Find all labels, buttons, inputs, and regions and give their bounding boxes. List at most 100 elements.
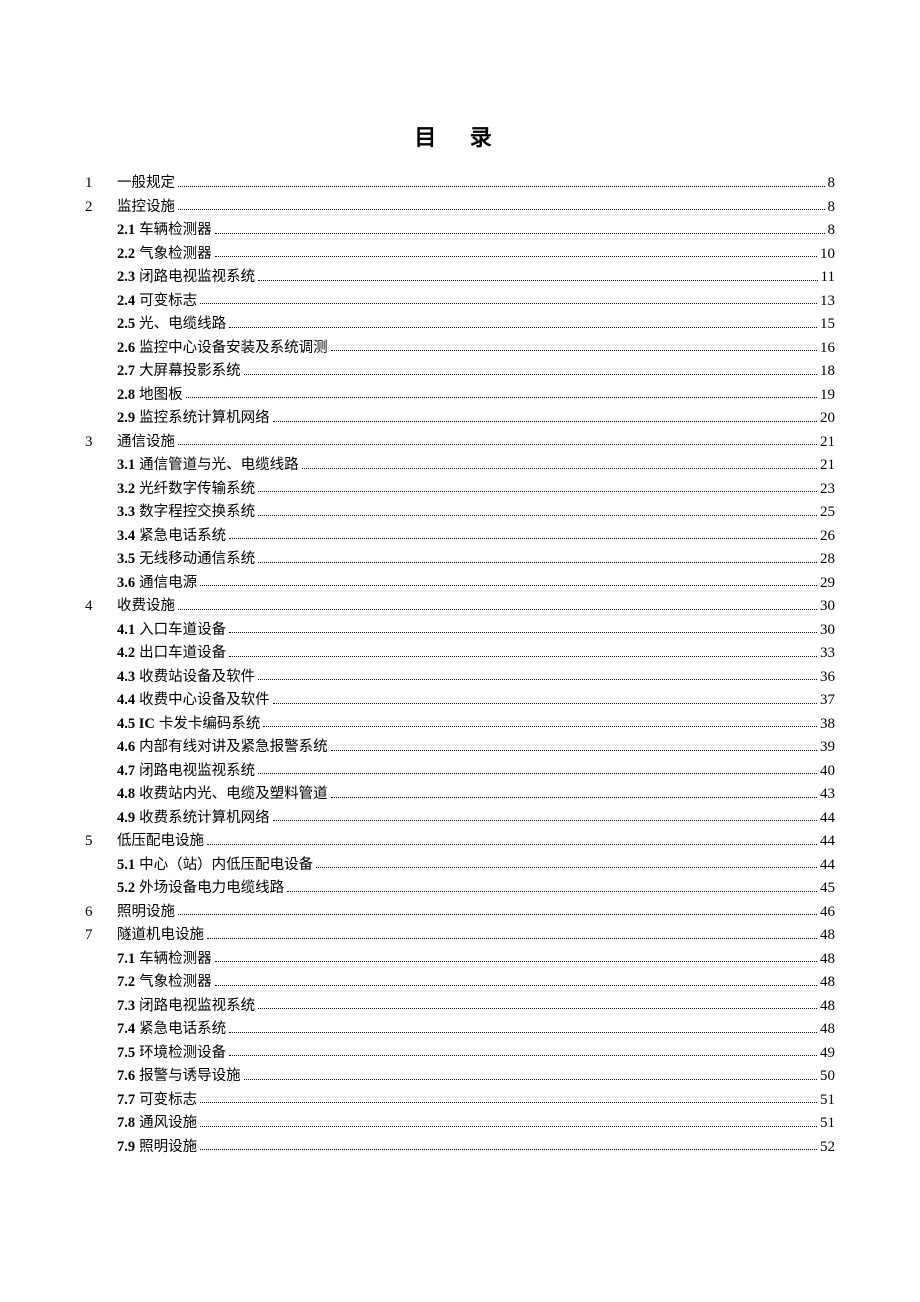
page-number: 33 — [820, 642, 835, 666]
dot-leader — [331, 750, 817, 751]
entry-text: 4.5 IC卡发卡编码系统 — [117, 713, 260, 737]
entry-text: 7.4紧急电话系统 — [117, 1018, 226, 1042]
entry-text: 2.9监控系统计算机网络 — [117, 407, 270, 431]
page-number: 52 — [820, 1136, 835, 1160]
section-title: 气象检测器 — [139, 246, 212, 262]
entry-text: 2.4可变标志 — [117, 290, 197, 314]
toc-entry: 2.3闭路电视监视系统11 — [85, 266, 835, 290]
section-number: 3.3 — [117, 504, 135, 520]
section-number: 7.4 — [117, 1021, 135, 1037]
section-title: 地图板 — [139, 387, 183, 403]
section-title: 隧道机电设施 — [117, 927, 204, 943]
dot-leader — [273, 703, 817, 704]
toc-entry: 7.2气象检测器 48 — [85, 971, 835, 995]
page-number: 48 — [820, 948, 835, 972]
section-number: 4.7 — [117, 763, 135, 779]
entry-text: 通信设施 — [117, 431, 175, 455]
entry-text: 5.2外场设备电力电缆线路 — [117, 877, 284, 901]
page-number: 49 — [820, 1042, 835, 1066]
section-number: 2.2 — [117, 246, 135, 262]
chapter-number: 4 — [85, 595, 117, 619]
section-number: 3.5 — [117, 551, 135, 567]
section-title: 中心（站）内低压配电设备 — [139, 857, 313, 873]
section-number: 7.2 — [117, 974, 135, 990]
dot-leader — [258, 280, 817, 281]
page-number: 51 — [820, 1112, 835, 1136]
dot-leader — [273, 820, 817, 821]
chapter-number: 7 — [85, 924, 117, 948]
entry-text: 3.1通信管道与光、电缆线路 — [117, 454, 299, 478]
toc-entry: 2.8地图板19 — [85, 384, 835, 408]
dot-leader — [263, 726, 817, 727]
entry-text: 2.6监控中心设备安装及系统调测 — [117, 337, 328, 361]
section-number: 2.6 — [117, 340, 135, 356]
page-number: 48 — [820, 971, 835, 995]
section-title: 外场设备电力电缆线路 — [139, 880, 284, 896]
section-title: 气象检测器 — [139, 974, 212, 990]
dot-leader — [207, 938, 817, 939]
page-number: 18 — [820, 360, 835, 384]
page-number: 15 — [820, 313, 835, 337]
section-number: 2.5 — [117, 316, 135, 332]
page-number: 20 — [820, 407, 835, 431]
section-title: 卡发卡编码系统 — [159, 716, 261, 732]
entry-text: 3.3数字程控交换系统 — [117, 501, 255, 525]
dot-leader — [331, 350, 817, 351]
entry-text: 一般规定 — [117, 172, 175, 196]
toc-entry: 2.9监控系统计算机网络 20 — [85, 407, 835, 431]
toc-entry: 7.7可变标志51 — [85, 1089, 835, 1113]
toc-title: 目 录 — [85, 120, 835, 152]
entry-text: 照明设施 — [117, 901, 175, 925]
dot-leader — [229, 538, 817, 539]
dot-leader — [244, 374, 817, 375]
dot-leader — [316, 867, 817, 868]
chapter-number: 5 — [85, 830, 117, 854]
page-number: 44 — [820, 830, 835, 854]
page-number: 38 — [820, 713, 835, 737]
entry-text: 7.9照明设施 — [117, 1136, 197, 1160]
section-number: 4.4 — [117, 692, 135, 708]
section-title: 照明设施 — [117, 904, 175, 920]
entry-text: 2.2气象检测器 — [117, 243, 212, 267]
section-title: 低压配电设施 — [117, 833, 204, 849]
section-number: 4.8 — [117, 786, 135, 802]
section-title: 通信管道与光、电缆线路 — [139, 457, 299, 473]
dot-leader — [273, 421, 817, 422]
dot-leader — [178, 609, 817, 610]
page-number: 40 — [820, 760, 835, 784]
page-number: 25 — [820, 501, 835, 525]
section-title: 收费站内光、电缆及塑料管道 — [139, 786, 328, 802]
section-title: 监控系统计算机网络 — [139, 410, 270, 426]
chapter-number: 1 — [85, 172, 117, 196]
entry-text: 7.6报警与诱导设施 — [117, 1065, 241, 1089]
entry-text: 7.1车辆检测器 — [117, 948, 212, 972]
section-number: 2.9 — [117, 410, 135, 426]
dot-leader — [229, 656, 817, 657]
section-number: 4.6 — [117, 739, 135, 755]
toc-entry: 4.5 IC卡发卡编码系统 38 — [85, 713, 835, 737]
section-number: 3.2 — [117, 481, 135, 497]
toc-entry: 2.4可变标志13 — [85, 290, 835, 314]
section-title: 出口车道设备 — [139, 645, 226, 661]
toc-entry: 3.1通信管道与光、电缆线路21 — [85, 454, 835, 478]
toc-entry: 4.3收费站设备及软件36 — [85, 666, 835, 690]
page-number: 39 — [820, 736, 835, 760]
section-number: 3.6 — [117, 575, 135, 591]
entry-text: 2.3闭路电视监视系统 — [117, 266, 255, 290]
dot-leader — [215, 985, 817, 986]
dot-leader — [258, 562, 817, 563]
entry-text: 4.8收费站内光、电缆及塑料管道 — [117, 783, 328, 807]
dot-leader — [200, 1126, 817, 1127]
toc-entry: 2.7大屏幕投影系统18 — [85, 360, 835, 384]
toc-entry: 4.2出口车道设备33 — [85, 642, 835, 666]
dot-leader — [200, 1149, 817, 1150]
page-number: 29 — [820, 572, 835, 596]
section-number: 7.3 — [117, 998, 135, 1014]
dot-leader — [200, 1102, 817, 1103]
section-number: 2.4 — [117, 293, 135, 309]
dot-leader — [258, 1008, 817, 1009]
dot-leader — [215, 233, 825, 234]
toc-entry: 2监控设施8 — [85, 196, 835, 220]
dot-leader — [178, 186, 825, 187]
section-title: 收费系统计算机网络 — [139, 810, 270, 826]
